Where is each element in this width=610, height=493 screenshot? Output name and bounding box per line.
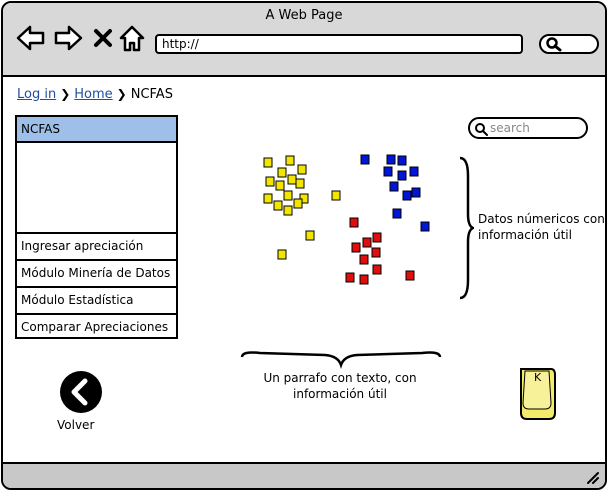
scatter-square-blue [360,154,370,165]
scatter-square-yellow [285,155,295,166]
sidebar-item-ingresar-apreciacion[interactable]: Ingresar apreciación [17,232,176,259]
breadcrumb-separator: ❯ [116,87,127,101]
scatter-plot-image [263,154,430,285]
home-icon[interactable] [119,25,145,53]
sidebar-item-comparar[interactable]: Comparar Apreciaciones [17,313,176,340]
forward-arrow-icon[interactable] [53,25,83,51]
datos-note: Datos númericos con información útil [478,211,605,243]
right-brace-icon [459,156,474,300]
close-icon[interactable] [93,28,113,48]
scatter-square-yellow [263,193,273,204]
scatter-square-blue [389,181,399,192]
scatter-square-blue [402,190,412,201]
top-brace-icon [240,351,442,369]
scatter-square-yellow [283,190,293,201]
status-bar [3,462,605,488]
page-search-input[interactable]: search [468,117,588,139]
scatter-square-red [371,247,381,258]
browser-window: A Web Page http:// Log in ❯ Home ❯ NCFAS NCF… [1,1,607,490]
scatter-square-yellow [295,178,305,189]
url-input[interactable]: http:// [155,34,523,54]
scatter-square-yellow [287,174,297,185]
scatter-square-yellow [297,164,307,175]
scatter-square-red [372,232,382,243]
scatter-square-yellow [263,157,273,168]
datos-note-line2: información útil [478,228,572,242]
back-button[interactable] [60,371,102,413]
back-button-label: Volver [57,418,95,432]
scatter-square-yellow [277,249,287,260]
breadcrumb-home-link[interactable]: Home [74,87,112,102]
title-bar: A Web Page http:// [3,3,605,77]
search-icon [546,37,562,52]
sidebar: NCFAS Ingresar apreciación Módulo Minerí… [15,115,178,339]
scatter-square-blue [409,166,419,177]
keyboard-key-label: K [534,371,542,384]
scatter-square-blue [397,155,407,166]
scatter-square-blue [420,221,430,232]
scatter-square-yellow [275,180,285,191]
scatter-square-blue [392,208,402,219]
back-arrow-icon[interactable] [16,25,46,51]
browser-search-field[interactable] [539,34,599,54]
scatter-square-yellow [331,190,341,201]
search-icon [475,123,488,136]
scatter-square-red [372,264,382,275]
scatter-square-blue [386,154,396,165]
resize-grip-icon[interactable] [585,470,599,484]
scatter-square-yellow [273,200,283,211]
scatter-square-yellow [265,176,275,187]
scatter-square-red [351,242,361,253]
breadcrumb: Log in ❯ Home ❯ NCFAS [17,87,173,102]
parrafo-note-line2: información útil [293,387,387,401]
scatter-square-yellow [283,205,293,216]
datos-note-line1: Datos númericos con [478,212,605,226]
scatter-square-yellow [277,167,287,178]
scatter-square-blue [383,166,393,177]
scatter-square-yellow [305,230,315,241]
scatter-square-yellow [293,198,303,209]
breadcrumb-login-link[interactable]: Log in [17,87,56,102]
scatter-square-red [345,272,355,283]
scatter-square-blue [397,170,407,181]
window-title: A Web Page [265,8,343,23]
scatter-square-red [362,237,372,248]
scatter-square-red [349,217,359,228]
scatter-square-red [359,274,369,285]
scatter-square-blue [411,187,421,198]
breadcrumb-separator: ❯ [60,87,71,101]
sidebar-item-estadistica[interactable]: Módulo Estadística [17,286,176,313]
search-placeholder: search [490,121,530,135]
sidebar-item-mineria-datos[interactable]: Módulo Minería de Datos [17,259,176,286]
breadcrumb-current: NCFAS [130,87,173,102]
parrafo-note: Un parrafo con texto, con información út… [240,370,440,402]
scatter-square-red [359,254,369,265]
sidebar-item-ncfas[interactable]: NCFAS [17,117,176,143]
parrafo-note-line1: Un parrafo con texto, con [263,371,417,385]
scatter-square-red [405,270,415,281]
chevron-left-icon [71,378,88,406]
